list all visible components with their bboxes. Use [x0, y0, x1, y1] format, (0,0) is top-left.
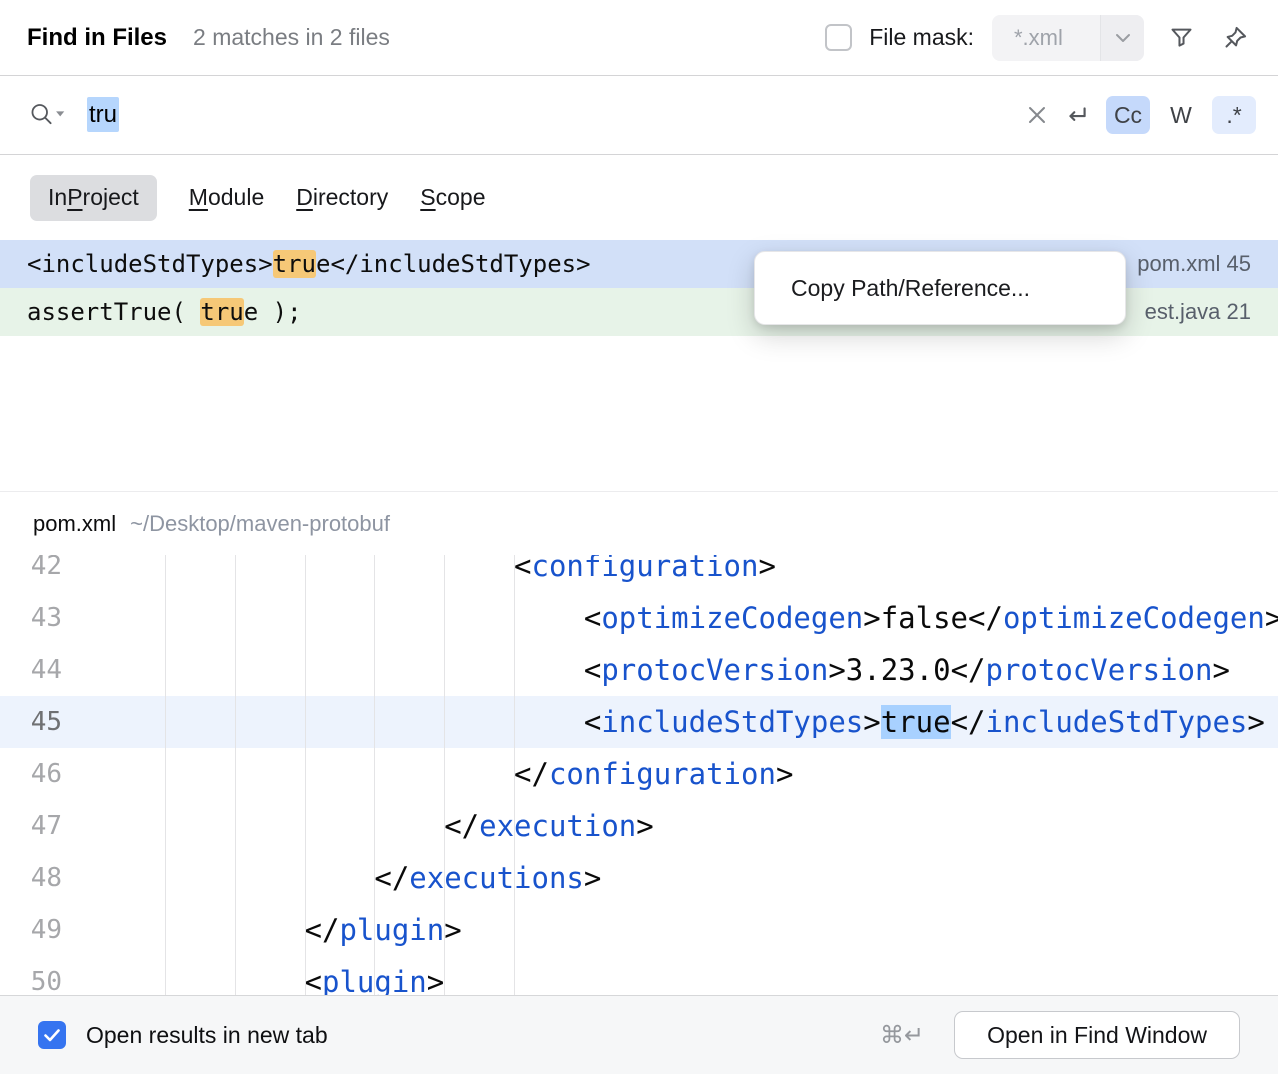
code-text: <plugin> [80, 956, 444, 995]
editor-line[interactable]: 44 <protocVersion>3.23.0</protocVersion> [0, 644, 1278, 696]
editor-line[interactable]: 50 <plugin> [0, 956, 1278, 995]
chevron-down-icon [1100, 15, 1144, 61]
editor-line[interactable]: 45 <includeStdTypes>true</includeStdType… [0, 696, 1278, 748]
line-number: 46 [0, 748, 80, 800]
line-number: 49 [0, 904, 80, 956]
result-code: assertTrue( true ); [27, 298, 302, 326]
search-bar: tru CcW.* [0, 76, 1278, 155]
line-number: 44 [0, 644, 80, 696]
shortcut-hint: ⌘↵ [880, 1021, 924, 1049]
result-file-reference: pom.xml 45 [1137, 251, 1251, 277]
search-history-button[interactable] [27, 95, 67, 135]
match-case-toggle[interactable]: Cc [1106, 96, 1150, 134]
search-input[interactable]: tru [87, 101, 1017, 129]
search-toggles: CcW.* [1097, 96, 1256, 134]
editor-line[interactable]: 46 </configuration> [0, 748, 1278, 800]
search-query-selection: tru [87, 97, 119, 132]
code-text: </configuration> [80, 748, 793, 800]
preview-header: pom.xml ~/Desktop/maven-protobuf [0, 491, 1278, 555]
code-text: <includeStdTypes>true</includeStdTypes> [80, 696, 1265, 748]
line-number: 43 [0, 592, 80, 644]
match-highlight: tru [273, 250, 316, 278]
filter-icon [1168, 24, 1195, 51]
file-mask-value: *.xml [992, 25, 1100, 51]
dialog-title: Find in Files [27, 24, 167, 52]
code-text: <protocVersion>3.23.0</protocVersion> [80, 644, 1230, 696]
newline-icon [1064, 102, 1090, 128]
whole-words-toggle[interactable]: W [1159, 96, 1203, 134]
scope-tab-directory[interactable]: Directory [296, 175, 388, 221]
scope-tabs: In Project Module Directory Scope [0, 155, 1278, 240]
insert-newline-button[interactable] [1057, 95, 1097, 135]
line-number: 48 [0, 852, 80, 904]
pin-button[interactable] [1214, 17, 1256, 59]
pin-icon [1222, 24, 1249, 51]
editor-line[interactable]: 48 </executions> [0, 852, 1278, 904]
line-number: 45 [0, 696, 80, 748]
scope-tab-module[interactable]: Module [189, 175, 264, 221]
code-text: <configuration> [80, 555, 776, 592]
code-text: </execution> [80, 800, 654, 852]
scope-tab-scope[interactable]: Scope [420, 175, 485, 221]
dialog-footer: Open results in new tab ⌘↵ Open in Find … [0, 995, 1278, 1074]
code-text: <optimizeCodegen>false</optimizeCodegen> [80, 592, 1278, 644]
line-number: 50 [0, 956, 80, 995]
find-in-files-dialog: Find in Files 2 matches in 2 files File … [0, 0, 1278, 1074]
file-mask-combobox[interactable]: *.xml [992, 15, 1144, 61]
scope-tab-in-project[interactable]: In Project [30, 175, 157, 221]
close-icon [1027, 105, 1047, 125]
menu-item-copy-path-reference[interactable]: Copy Path/Reference... [755, 259, 1125, 317]
search-icon [27, 99, 67, 131]
result-code: <includeStdTypes>true</includeStdTypes> [27, 250, 591, 278]
preview-file-path: ~/Desktop/maven-protobuf [130, 511, 390, 537]
code-text: </executions> [80, 852, 601, 904]
line-number: 47 [0, 800, 80, 852]
check-icon [44, 1029, 60, 1042]
filter-button[interactable] [1160, 17, 1202, 59]
open-results-label: Open results in new tab [86, 1022, 328, 1049]
editor-line[interactable]: 42 <configuration> [0, 555, 1278, 592]
editor-line[interactable]: 49 </plugin> [0, 904, 1278, 956]
line-number: 42 [0, 555, 80, 592]
match-highlight: tru [200, 298, 243, 326]
open-results-checkbox[interactable] [38, 1021, 66, 1049]
file-mask-label: File mask: [869, 24, 974, 51]
file-mask-checkbox[interactable] [825, 24, 852, 51]
dialog-header: Find in Files 2 matches in 2 files File … [0, 0, 1278, 76]
editor-selection: true [881, 705, 951, 739]
code-text: </plugin> [80, 904, 462, 956]
context-menu: Copy Path/Reference... [754, 251, 1126, 325]
editor-line[interactable]: 47 </execution> [0, 800, 1278, 852]
editor-line[interactable]: 43 <optimizeCodegen>false</optimizeCodeg… [0, 592, 1278, 644]
match-summary: 2 matches in 2 files [193, 24, 390, 51]
clear-search-button[interactable] [1017, 95, 1057, 135]
regex-toggle[interactable]: .* [1212, 96, 1256, 134]
editor-preview: 42 <configuration>43 <optimizeCodegen>fa… [0, 555, 1278, 995]
preview-file-name: pom.xml [33, 511, 116, 537]
editor-lines: 42 <configuration>43 <optimizeCodegen>fa… [0, 555, 1278, 995]
result-file-reference: est.java 21 [1145, 299, 1251, 325]
open-in-find-window-button[interactable]: Open in Find Window [954, 1011, 1240, 1059]
